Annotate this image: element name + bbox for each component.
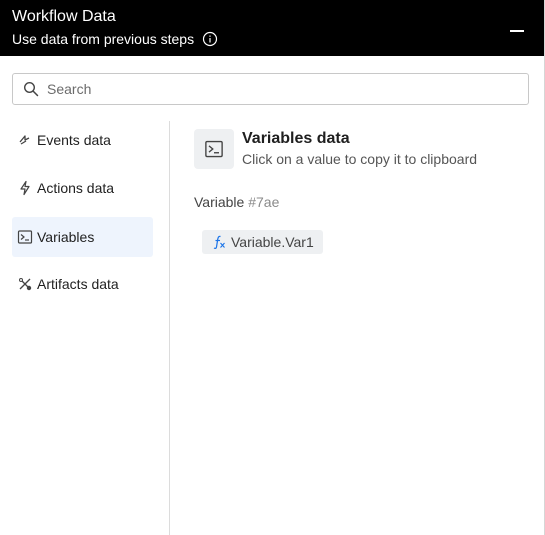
- variable-heading: Variable #7ae: [194, 194, 524, 210]
- minus-icon: [510, 30, 524, 32]
- collapse-button[interactable]: [510, 22, 526, 38]
- variables-content: Variables data Click on a value to copy …: [194, 129, 524, 255]
- workflow-data-panel: Workflow Data Use data from previous ste…: [0, 0, 545, 535]
- variable-id: #7ae: [248, 194, 280, 210]
- panel-header: Workflow Data Use data from previous ste…: [0, 0, 544, 56]
- search-input[interactable]: [47, 77, 507, 101]
- panel-title: Workflow Data: [12, 8, 116, 25]
- panel-subtitle: Use data from previous steps: [12, 31, 195, 47]
- sidebar-item-label: Artifacts data: [37, 276, 119, 292]
- events-icon: [17, 132, 33, 148]
- content-description: Click on a value to copy it to clipboard: [242, 151, 478, 167]
- function-icon: [211, 234, 227, 250]
- sidebar-item-label: Events data: [37, 132, 111, 148]
- search-icon: [23, 81, 39, 97]
- sidebar-item-label: Variables: [37, 229, 95, 245]
- panel-subtitle-row: Use data from previous steps: [12, 30, 532, 48]
- content-titles: Variables data Click on a value to copy …: [242, 130, 477, 168]
- artifacts-icon: [17, 276, 33, 292]
- terminal-icon: [17, 229, 33, 245]
- content-title: Variables data: [242, 130, 350, 147]
- content-divider: [169, 121, 170, 535]
- sidebar-item-label: Actions data: [37, 180, 115, 196]
- lightning-icon: [17, 180, 33, 196]
- variable-label: Variable: [194, 194, 245, 210]
- terminal-icon: [194, 129, 234, 169]
- content-header: Variables data Click on a value to copy …: [194, 129, 524, 169]
- sidebar-item-actions-data[interactable]: Actions data: [12, 168, 153, 208]
- sidebar-item-variables[interactable]: Variables: [12, 217, 153, 257]
- search-box[interactable]: [12, 73, 529, 105]
- chip-label: Variable.Var1: [231, 234, 314, 250]
- sidebar-item-artifacts-data[interactable]: Artifacts data: [12, 264, 153, 304]
- sidebar-item-events-data[interactable]: Events data: [12, 120, 153, 160]
- info-icon[interactable]: [202, 31, 218, 47]
- variable-value-chip[interactable]: Variable.Var1: [202, 230, 323, 254]
